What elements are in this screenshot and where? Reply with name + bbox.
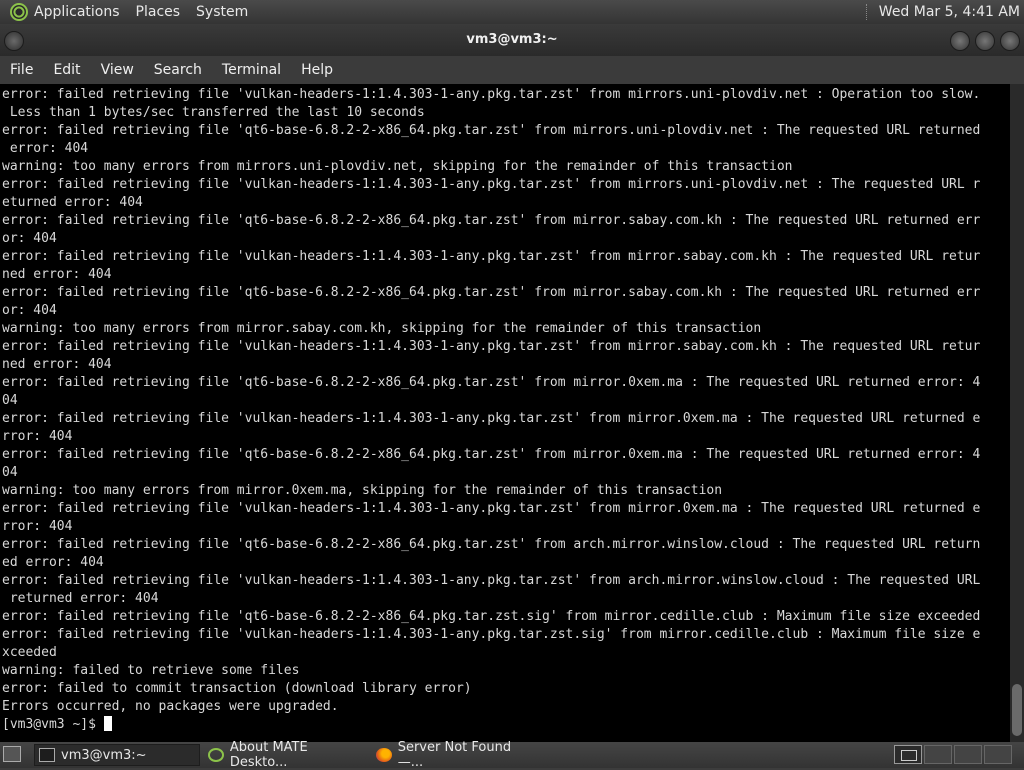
terminal-line: ned error: 404 (2, 357, 112, 372)
terminal-line: warning: failed to retrieve some files (2, 663, 300, 678)
maximize-icon[interactable] (975, 31, 995, 51)
menu-view[interactable]: View (101, 62, 134, 78)
terminal-line: error: failed retrieving file 'vulkan-he… (2, 87, 981, 102)
terminal-line: warning: too many errors from mirrors.un… (2, 159, 793, 174)
menu-file[interactable]: File (10, 62, 33, 78)
taskbar-item-terminal[interactable]: vm3@vm3:~ (34, 744, 200, 766)
top-panel: Applications Places System Wed Mar 5, 4:… (0, 0, 1024, 24)
terminal-line: rror: 404 (2, 519, 73, 534)
menu-edit[interactable]: Edit (53, 62, 80, 78)
terminal-line: Errors occurred, no packages were upgrad… (2, 699, 339, 714)
taskbar-item-label: About MATE Deskto... (229, 740, 308, 770)
terminal-line: error: failed retrieving file 'vulkan-he… (2, 501, 981, 516)
show-desktop-icon[interactable] (3, 746, 21, 762)
taskbar-item-firefox[interactable]: Server Not Found —... (372, 740, 538, 770)
terminal-line: 04 (2, 393, 18, 408)
terminal-menubar: File Edit View Search Terminal Help (0, 56, 1024, 84)
taskbar-item-label: vm3@vm3:~ (61, 747, 147, 763)
terminal-line: error: failed to commit transaction (dow… (2, 681, 472, 696)
terminal-line: error: failed retrieving file 'qt6-base-… (2, 213, 981, 228)
terminal-prompt-line[interactable]: [vm3@vm3 ~]$ (2, 716, 1010, 734)
terminal-line: rror: 404 (2, 429, 73, 444)
window-titlebar[interactable]: vm3@vm3:~ (0, 24, 1024, 56)
terminal-line: ed error: 404 (2, 555, 104, 570)
panel-separator (865, 4, 871, 20)
terminal-line: error: failed retrieving file 'qt6-base-… (2, 537, 981, 552)
terminal-line: error: failed retrieving file 'vulkan-he… (2, 177, 981, 192)
terminal-line: error: failed retrieving file 'vulkan-he… (2, 627, 981, 642)
places-menu[interactable]: Places (136, 4, 181, 20)
terminal-line: 04 (2, 465, 18, 480)
terminal-text: error: failed retrieving file 'vulkan-he… (0, 84, 1010, 734)
terminal-line: warning: too many errors from mirror.sab… (2, 321, 762, 336)
terminal-output[interactable]: error: failed retrieving file 'vulkan-he… (0, 84, 1010, 742)
minimize-icon[interactable] (950, 31, 970, 51)
mate-logo-icon[interactable] (10, 3, 28, 21)
terminal-line: error: failed retrieving file 'vulkan-he… (2, 249, 981, 264)
terminal-line: error: failed retrieving file 'vulkan-he… (2, 411, 981, 426)
terminal-line: ned error: 404 (2, 267, 112, 282)
terminal-line: error: failed retrieving file 'qt6-base-… (2, 375, 981, 390)
terminal-line: error: failed retrieving file 'qt6-base-… (2, 609, 981, 624)
terminal-line: error: failed retrieving file 'vulkan-he… (2, 573, 981, 588)
workspace-4[interactable] (984, 745, 1012, 764)
terminal-line: error: 404 (2, 141, 89, 156)
menu-terminal[interactable]: Terminal (222, 62, 281, 78)
terminal-icon (39, 748, 55, 762)
terminal-line: error: failed retrieving file 'qt6-base-… (2, 285, 981, 300)
workspace-3[interactable] (954, 745, 982, 764)
terminal-scrollbar[interactable] (1010, 84, 1024, 742)
bottom-panel: vm3@vm3:~ About MATE Deskto... Server No… (0, 740, 1024, 770)
scrollbar-thumb[interactable] (1012, 684, 1022, 736)
applications-menu[interactable]: Applications (34, 4, 120, 20)
mate-icon (208, 748, 224, 762)
workspace-window-icon (901, 750, 917, 761)
system-menu[interactable]: System (196, 4, 248, 20)
shell-prompt: [vm3@vm3 ~]$ (2, 717, 104, 732)
terminal-line: xceeded (2, 645, 57, 660)
close-icon[interactable] (1000, 31, 1020, 51)
menu-help[interactable]: Help (301, 62, 333, 78)
terminal-line: warning: too many errors from mirror.0xe… (2, 483, 723, 498)
terminal-line: error: failed retrieving file 'qt6-base-… (2, 447, 981, 462)
terminal-line: error: failed retrieving file 'qt6-base-… (2, 123, 981, 138)
taskbar-item-about-mate[interactable]: About MATE Deskto... (204, 740, 368, 770)
terminal-line: error: failed retrieving file 'vulkan-he… (2, 339, 981, 354)
terminal-line: returned error: 404 (2, 591, 159, 606)
taskbar-item-label: Server Not Found —... (397, 740, 512, 770)
workspace-1[interactable] (894, 745, 922, 764)
terminal-line: or: 404 (2, 303, 57, 318)
workspace-2[interactable] (924, 745, 952, 764)
firefox-icon (376, 748, 392, 762)
menu-search[interactable]: Search (154, 62, 202, 78)
terminal-line: eturned error: 404 (2, 195, 143, 210)
terminal-line: Less than 1 bytes/sec transferred the la… (2, 105, 425, 120)
text-cursor (103, 716, 112, 731)
window-title: vm3@vm3:~ (466, 32, 558, 47)
clock[interactable]: Wed Mar 5, 4:41 AM (879, 4, 1020, 20)
terminal-line: or: 404 (2, 231, 57, 246)
